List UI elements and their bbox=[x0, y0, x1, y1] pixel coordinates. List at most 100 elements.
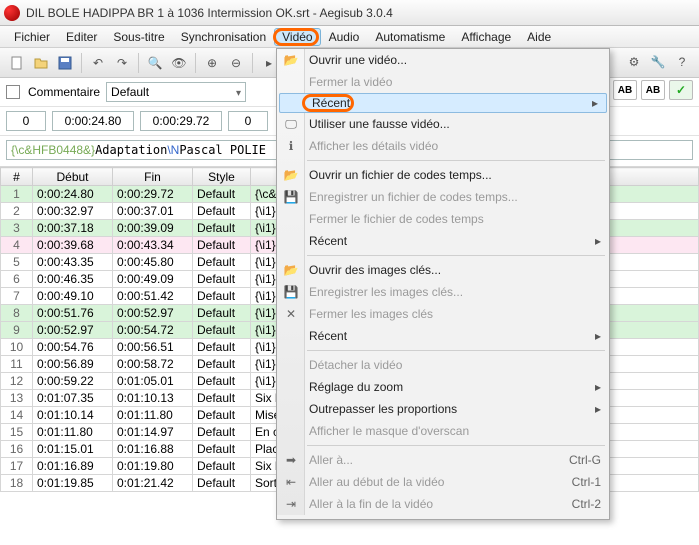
grid-cell: 0:01:19.80 bbox=[113, 458, 193, 475]
grid-cell: 18 bbox=[1, 475, 33, 492]
grid-cell: 0:00:39.68 bbox=[33, 237, 113, 254]
menu-item[interactable]: 📂Ouvrir un fichier de codes temps... bbox=[277, 164, 609, 186]
menu-item-label: Ouvrir des images clés... bbox=[309, 263, 601, 277]
grid-cell: 6 bbox=[1, 271, 33, 288]
menu-item: ➡Aller à...Ctrl-G bbox=[277, 449, 609, 471]
menu-item: Fermer la vidéo bbox=[277, 71, 609, 93]
commit-check-button[interactable]: ✓ bbox=[669, 80, 693, 100]
grid-cell: 0:00:46.35 bbox=[33, 271, 113, 288]
menu-video[interactable]: Vidéo bbox=[274, 28, 320, 46]
grid-cell: Default bbox=[193, 356, 251, 373]
titlebar: DIL BOLE HADIPPA BR 1 à 1036 Intermissio… bbox=[0, 0, 699, 26]
menu-fichier[interactable]: Fichier bbox=[6, 28, 58, 46]
toolbar-redo-icon[interactable]: ↷ bbox=[111, 52, 133, 74]
toolbar-help-icon[interactable]: ? bbox=[671, 51, 693, 73]
toolbar-new-icon[interactable] bbox=[6, 52, 28, 74]
grid-cell: 9 bbox=[1, 322, 33, 339]
grid-cell: 8 bbox=[1, 305, 33, 322]
menu-item[interactable]: Récent▸ bbox=[277, 325, 609, 347]
menu-item[interactable]: Réglage du zoom▸ bbox=[277, 376, 609, 398]
grid-cell: 10 bbox=[1, 339, 33, 356]
ab-button-2[interactable]: AB bbox=[641, 80, 665, 100]
col-fin[interactable]: Fin bbox=[113, 168, 193, 186]
menu-item-label: Ouvrir un fichier de codes temps... bbox=[309, 168, 601, 182]
end-time-field[interactable]: 0:00:29.72 bbox=[140, 111, 222, 131]
menu-item[interactable]: 📂Ouvrir une vidéo... bbox=[277, 49, 609, 71]
menu-item: Détacher la vidéo bbox=[277, 354, 609, 376]
grid-cell: 0:01:10.13 bbox=[113, 390, 193, 407]
menu-item-label: Outrepasser les proportions bbox=[309, 402, 587, 416]
col-num[interactable]: # bbox=[1, 168, 33, 186]
grid-cell: Default bbox=[193, 220, 251, 237]
menu-item[interactable]: Récent▸ bbox=[279, 93, 607, 113]
grid-cell: 0:01:07.35 bbox=[33, 390, 113, 407]
menu-shortcut: Ctrl-2 bbox=[572, 497, 601, 511]
grid-cell: Default bbox=[193, 203, 251, 220]
menu-item[interactable]: Outrepasser les proportions ▸ bbox=[277, 398, 609, 420]
toolbar-undo-icon[interactable]: ↶ bbox=[87, 52, 109, 74]
save-icon: 💾 bbox=[281, 285, 301, 299]
menu-item-label: Fermer la vidéo bbox=[309, 75, 601, 89]
col-debut[interactable]: Début bbox=[33, 168, 113, 186]
menu-item[interactable]: 🖵Utiliser une fausse vidéo... bbox=[277, 113, 609, 135]
grid-cell: Default bbox=[193, 271, 251, 288]
toolbar-wrench-icon[interactable]: 🔧 bbox=[647, 51, 669, 73]
grid-cell: 0:00:51.42 bbox=[113, 288, 193, 305]
menu-synchro[interactable]: Synchronisation bbox=[173, 28, 274, 46]
menu-item-label: Fermer les images clés bbox=[309, 307, 601, 321]
close-icon: ✕ bbox=[281, 307, 301, 321]
menu-shortcut: Ctrl-1 bbox=[572, 475, 601, 489]
start-icon: ⇤ bbox=[281, 475, 301, 489]
grid-cell: Default bbox=[193, 390, 251, 407]
menu-audio[interactable]: Audio bbox=[321, 28, 368, 46]
menu-aide[interactable]: Aide bbox=[519, 28, 559, 46]
toolbar-replace-icon[interactable]: 👁 bbox=[168, 52, 190, 74]
menu-item: Fermer le fichier de codes temps bbox=[277, 208, 609, 230]
menu-affichage[interactable]: Affichage bbox=[453, 28, 519, 46]
grid-cell: 0:00:49.10 bbox=[33, 288, 113, 305]
submenu-arrow-icon: ▸ bbox=[595, 329, 601, 343]
toolbar-find-icon[interactable]: 🔍 bbox=[144, 52, 166, 74]
commentaire-checkbox[interactable] bbox=[6, 85, 20, 99]
menu-item-label: Détacher la vidéo bbox=[309, 358, 601, 372]
toolbar-zoomout-icon[interactable]: ⊖ bbox=[225, 52, 247, 74]
grid-cell: 0:00:45.80 bbox=[113, 254, 193, 271]
menu-item: ✕ Fermer les images clés bbox=[277, 303, 609, 325]
menu-automatisme[interactable]: Automatisme bbox=[367, 28, 453, 46]
info-icon: ℹ bbox=[281, 139, 301, 153]
submenu-arrow-icon: ▸ bbox=[595, 402, 601, 416]
menu-item[interactable]: 📂Ouvrir des images clés... bbox=[277, 259, 609, 281]
goto-icon: ➡ bbox=[281, 453, 301, 467]
grid-cell: 12 bbox=[1, 373, 33, 390]
duration-field[interactable]: 0 bbox=[228, 111, 268, 131]
menu-item: ℹAfficher les détails vidéo bbox=[277, 135, 609, 157]
menu-soustitre[interactable]: Sous-titre bbox=[105, 28, 172, 46]
grid-cell: 0:01:16.89 bbox=[33, 458, 113, 475]
submenu-arrow-icon: ▸ bbox=[595, 234, 601, 248]
submenu-arrow-icon: ▸ bbox=[592, 96, 598, 110]
menu-item: Afficher le masque d'overscan bbox=[277, 420, 609, 442]
grid-cell: 2 bbox=[1, 203, 33, 220]
grid-cell: Default bbox=[193, 458, 251, 475]
toolbar-zoomin-icon[interactable]: ⊕ bbox=[201, 52, 223, 74]
grid-cell: 7 bbox=[1, 288, 33, 305]
layer-field[interactable]: 0 bbox=[6, 111, 46, 131]
grid-cell: 0:00:56.51 bbox=[113, 339, 193, 356]
grid-cell: Default bbox=[193, 237, 251, 254]
start-time-field[interactable]: 0:00:24.80 bbox=[52, 111, 134, 131]
grid-cell: 0:00:59.22 bbox=[33, 373, 113, 390]
grid-cell: Default bbox=[193, 424, 251, 441]
menu-item-label: Utiliser une fausse vidéo... bbox=[309, 117, 601, 131]
menu-editer[interactable]: Editer bbox=[58, 28, 105, 46]
col-style[interactable]: Style bbox=[193, 168, 251, 186]
grid-cell: Default bbox=[193, 254, 251, 271]
grid-cell: 0:00:49.09 bbox=[113, 271, 193, 288]
grid-cell: 0:00:52.97 bbox=[113, 305, 193, 322]
toolbar-save-icon[interactable] bbox=[54, 52, 76, 74]
toolbar-open-icon[interactable] bbox=[30, 52, 52, 74]
menu-item-label: Aller au début de la vidéo bbox=[309, 475, 564, 489]
ab-button-1[interactable]: AB bbox=[613, 80, 637, 100]
style-combo[interactable]: Default bbox=[106, 82, 246, 102]
toolbar-settings-icon[interactable]: ⚙ bbox=[623, 51, 645, 73]
menu-item[interactable]: Récent▸ bbox=[277, 230, 609, 252]
